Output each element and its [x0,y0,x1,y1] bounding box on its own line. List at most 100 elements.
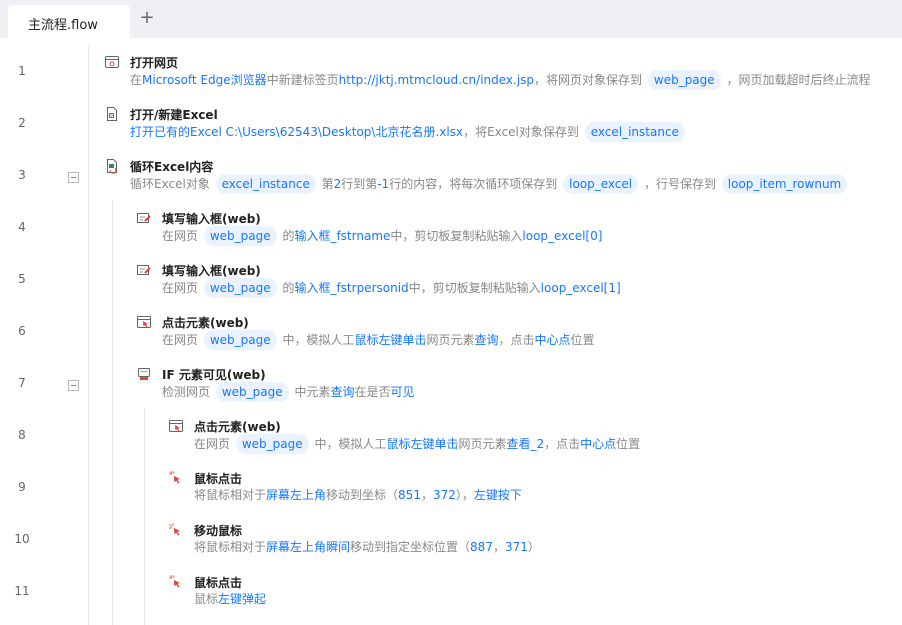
desc-text: 行的内容，将每次循环项保存到 [389,177,562,191]
step-description: 鼠标左键弹起 [194,590,266,607]
step-title: 点击元素(web) [162,316,249,330]
flow-step-row[interactable]: 点击元素(web) 在网页 web_page 中，模拟人工鼠标左键单击网页元素查询… [136,314,896,360]
gutter-divider [88,46,89,625]
flow-step-row[interactable]: 鼠标点击 将鼠标相对于屏幕左上角移动到坐标（851，372），左键按下 [168,470,896,516]
desc-text: 位置 [570,333,595,347]
line-number: 11 [14,584,30,598]
param-value: 输入框_fstrname [294,229,391,243]
desc-text: 网页元素 [426,333,475,347]
step-description: 将鼠标相对于屏幕左上角移动到坐标（851，372），左键按下 [194,486,522,503]
step-title: 打开网页 [130,56,179,70]
flow-step-row[interactable]: 移动鼠标 将鼠标相对于屏幕左上角瞬间移动到指定坐标位置（887，371） [168,522,896,568]
desc-text: 移动到坐标（ [326,488,399,502]
desc-text: 中元素 [290,385,331,399]
variable-chip[interactable]: web_page [203,330,277,350]
param-value: 左键弹起 [218,592,267,606]
if-indent-guide [144,408,145,625]
desc-text: ，行号保存到 [640,177,720,191]
param-value: 左键按下 [473,488,522,502]
plus-icon[interactable]: + [138,9,156,27]
flow-step-row[interactable]: 鼠标点击 鼠标左键弹起 [168,574,896,620]
step-title: 鼠标点击 [194,576,243,590]
browser-window-icon [104,54,120,70]
desc-text: ，将网页对象保存到 [534,73,646,87]
param-value: 查询 [330,385,355,399]
desc-text: ）， [455,488,474,502]
flow-step-row[interactable]: 打开/新建Excel 打开已有的Excel C:\Users\62543\Desk… [104,106,896,152]
param-value: 鼠标左键单击 [386,437,459,451]
desc-text: ， [492,540,505,554]
param-value: 851 [398,488,421,502]
mouse-click-icon [168,470,184,486]
variable-chip[interactable]: web_page [235,434,309,454]
desc-text: 中，剪切板复制粘贴输入 [390,229,523,243]
flow-step-row[interactable]: IF 元素可见(web) 检测网页 web_page 中元素查询在是否可见 [136,366,896,412]
desc-text: 行到第 [341,177,378,191]
desc-text: ） [527,540,540,554]
mouse-click-icon [168,574,184,590]
variable-chip[interactable]: web_page [647,70,721,90]
param-value: 371 [504,540,528,554]
param-value: 中心点 [534,333,571,347]
desc-text: 在网页 [162,333,202,347]
tab-label: 主流程.flow [28,18,98,33]
line-number: 10 [14,532,30,546]
step-description: 将鼠标相对于屏幕左上角瞬间移动到指定坐标位置（887，371） [194,538,540,555]
desc-text: 在网页 [162,281,202,295]
desc-text: 循环Excel对象 [130,177,214,191]
collapse-toggle[interactable] [68,380,79,391]
step-description: 在网页 web_page 中，模拟人工鼠标左键单击网页元素查看_2，点击中心点位… [194,434,640,454]
line-number: 3 [18,168,26,182]
desc-text: 的 [278,229,295,243]
step-title: IF 元素可见(web) [162,368,266,382]
desc-text: 将鼠标相对于 [194,540,267,554]
desc-text: 在网页 [162,229,202,243]
flow-step-row[interactable]: 循环Excel内容 循环Excel对象 excel_instance 第2行到第-… [104,158,896,204]
step-title: 移动鼠标 [194,524,243,538]
variable-chip[interactable]: web_page [203,278,277,298]
tab-main-flow[interactable]: 主流程.flow [8,5,130,38]
param-value: loop_excel[0] [522,229,603,243]
step-description: 在网页 web_page 的输入框_fstrname中，剪切板复制粘贴输入loo… [162,226,602,246]
variable-chip[interactable]: web_page [203,226,277,246]
step-description: 在网页 web_page 的输入框_fstrpersonid中，剪切板复制粘贴输… [162,278,621,298]
desc-text: 中，模拟人工 [310,437,387,451]
flow-step-row[interactable]: 填写输入框(web) 在网页 web_page 的输入框_fstrpersonid… [136,262,896,308]
variable-chip[interactable]: loop_item_rownum [721,174,848,194]
step-title: 鼠标点击 [194,472,243,486]
step-title: 循环Excel内容 [130,160,214,174]
variable-chip[interactable]: excel_instance [584,122,685,142]
click-element-icon [168,418,184,434]
desc-text: 中新建标签页 [266,73,339,87]
step-description: 检测网页 web_page 中元素查询在是否可见 [162,382,415,402]
flow-step-row[interactable]: 点击元素(web) 在网页 web_page 中，模拟人工鼠标左键单击网页元素查看… [168,418,896,464]
line-number: 4 [18,220,26,234]
flow-step-row[interactable]: 打开网页 在Microsoft Edge浏览器中新建标签页http://jktj.… [104,54,896,100]
desc-text: 检测网页 [162,385,214,399]
desc-text: 中，剪切板复制粘贴输入 [408,281,541,295]
line-number: 8 [18,428,26,442]
desc-text: 的 [278,281,295,295]
input-edit-icon [136,210,152,226]
desc-text: 移动到指定坐标位置（ [350,540,471,554]
param-value: http://jktj.mtmcloud.cn/index.jsp [338,73,535,87]
param-value: 屏幕左上角 [266,488,327,502]
param-value: 887 [470,540,493,554]
excel-file-icon [104,106,120,122]
input-edit-icon [136,262,152,278]
flow-step-row[interactable]: 填写输入框(web) 在网页 web_page 的输入框_fstrname中，剪切… [136,210,896,256]
variable-chip[interactable]: web_page [215,382,289,402]
step-title: 打开/新建Excel [130,108,218,122]
collapse-toggle[interactable] [68,172,79,183]
desc-text: 在网页 [194,437,234,451]
param-value: 查询 [474,333,499,347]
excel-loop-icon [104,158,120,174]
variable-chip[interactable]: loop_excel [563,174,639,194]
mouse-move-icon [168,522,184,538]
variable-chip[interactable]: excel_instance [215,174,316,194]
desc-text: 第 [317,177,334,191]
param-value: 打开已有的Excel C:\Users\62543\Desktop\北京花名册.… [130,125,464,139]
desc-text: ，网页加载超时后终止流程 [722,73,871,87]
desc-text: ， [420,488,433,502]
param-value: 屏幕左上角瞬间 [266,540,351,554]
